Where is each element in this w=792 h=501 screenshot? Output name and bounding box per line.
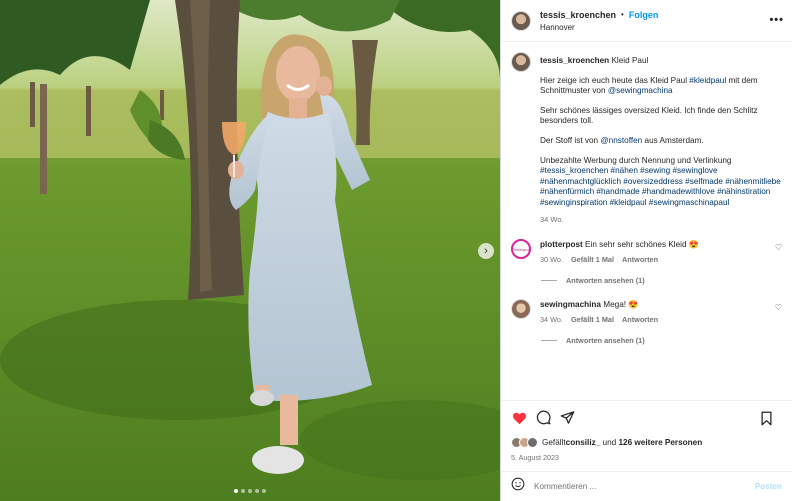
comment-age: 34 Wo. bbox=[540, 315, 563, 325]
caption-paragraph-3: Der Stoff ist von @nnstoffen aus Amsterd… bbox=[540, 135, 704, 145]
comment-item: sewingmachina Mega! 😍 34 Wo. Gefällt 1 M… bbox=[511, 299, 782, 324]
carousel-dots bbox=[234, 489, 266, 493]
like-heart-icon[interactable] bbox=[511, 410, 527, 426]
add-comment-bar: Posten bbox=[501, 471, 792, 501]
post-comment-button[interactable]: Posten bbox=[755, 482, 782, 491]
comments-section[interactable]: tessis_kroenchen Kleid Paul Hier zeige i… bbox=[501, 42, 792, 400]
instagram-post-modal: › tessis_kroenchen • Folgen Hannover ••• bbox=[0, 0, 792, 501]
commenter-username[interactable]: plotterpost bbox=[540, 240, 583, 249]
post-caption: tessis_kroenchen Kleid Paul Hier zeige i… bbox=[511, 52, 782, 225]
bookmark-icon[interactable] bbox=[758, 410, 774, 426]
carousel-dot-active bbox=[234, 489, 238, 493]
comment-item: Plotterpost plotterpost Ein sehr sehr sc… bbox=[511, 239, 782, 264]
photo-illustration bbox=[0, 0, 500, 501]
comment-bubble-icon[interactable] bbox=[535, 410, 551, 426]
likes-others[interactable]: 126 weitere Personen bbox=[618, 438, 702, 447]
follow-button[interactable]: Folgen bbox=[629, 10, 659, 20]
post-date: 5. August 2023 bbox=[511, 453, 559, 462]
caption-username[interactable]: tessis_kroenchen bbox=[540, 56, 609, 65]
commenter-avatar[interactable] bbox=[511, 299, 531, 320]
more-horizontal-icon[interactable]: ••• bbox=[769, 14, 784, 26]
smiley-icon[interactable] bbox=[511, 477, 525, 496]
caption-paragraph-4: Unbezahlte Werbung durch Nennung und Ver… bbox=[540, 155, 781, 207]
caption-paragraph-2: Sehr schönes lässiges oversized Kleid. I… bbox=[540, 105, 758, 126]
hashtag-link[interactable]: #kleidpaul bbox=[689, 76, 726, 85]
carousel-dot bbox=[241, 489, 245, 493]
liker-username[interactable]: consiliz_ bbox=[566, 438, 601, 447]
comment-text: Ein sehr sehr schönes Kleid 😍 bbox=[585, 240, 700, 250]
comment-likes[interactable]: Gefällt 1 Mal bbox=[571, 315, 614, 324]
view-replies-button[interactable]: Antworten ansehen (1) bbox=[541, 336, 782, 345]
caption-title: Kleid Paul bbox=[611, 56, 649, 65]
commenter-username[interactable]: sewingmachina bbox=[540, 300, 601, 309]
comment-text: Mega! 😍 bbox=[603, 300, 639, 310]
caption-paragraph-1: Hier zeige ich euch heute das Kleid Paul… bbox=[540, 75, 758, 96]
post-actions bbox=[501, 400, 792, 434]
caption-avatar[interactable] bbox=[511, 52, 531, 72]
author-username[interactable]: tessis_kroenchen bbox=[540, 10, 616, 20]
comment-heart-icon[interactable]: ♡ bbox=[775, 303, 782, 312]
commenter-avatar[interactable]: Plotterpost bbox=[511, 239, 531, 260]
post-photo[interactable]: › bbox=[0, 0, 500, 501]
caption-age: 34 Wo. bbox=[540, 214, 564, 224]
separator: • bbox=[621, 10, 624, 19]
likes-prefix: Gefällt bbox=[542, 437, 566, 447]
share-send-icon[interactable] bbox=[559, 410, 575, 426]
carousel-dot bbox=[262, 489, 266, 493]
reply-button[interactable]: Antworten bbox=[622, 315, 658, 324]
post-location[interactable]: Hannover bbox=[540, 23, 658, 32]
view-replies-button[interactable]: Antworten ansehen (1) bbox=[541, 276, 782, 285]
carousel-dot bbox=[255, 489, 259, 493]
post-header: tessis_kroenchen • Folgen Hannover ••• bbox=[501, 0, 792, 42]
mention-link[interactable]: @nnstoffen bbox=[600, 136, 642, 145]
chevron-right-icon: › bbox=[484, 245, 488, 257]
author-info: tessis_kroenchen • Folgen Hannover bbox=[540, 10, 658, 32]
comment-input[interactable] bbox=[534, 482, 755, 491]
reply-button[interactable]: Antworten bbox=[622, 255, 658, 264]
next-image-button[interactable]: › bbox=[478, 243, 494, 259]
comment-heart-icon[interactable]: ♡ bbox=[775, 243, 782, 252]
mention-link[interactable]: @sewingmachina bbox=[608, 86, 673, 95]
caption-hashtags[interactable]: #tessis_kroenchen #nähen #sewing #sewing… bbox=[540, 166, 781, 207]
comment-likes[interactable]: Gefällt 1 Mal bbox=[571, 255, 614, 264]
author-avatar[interactable] bbox=[511, 10, 531, 31]
carousel-dot bbox=[248, 489, 252, 493]
liker-avatars bbox=[511, 436, 538, 448]
post-details-panel: tessis_kroenchen • Folgen Hannover ••• t… bbox=[500, 0, 792, 501]
likes-summary[interactable]: Gefällt consiliz_ und 126 weitere Person… bbox=[501, 434, 792, 450]
comment-age: 30 Wo. bbox=[540, 255, 563, 265]
